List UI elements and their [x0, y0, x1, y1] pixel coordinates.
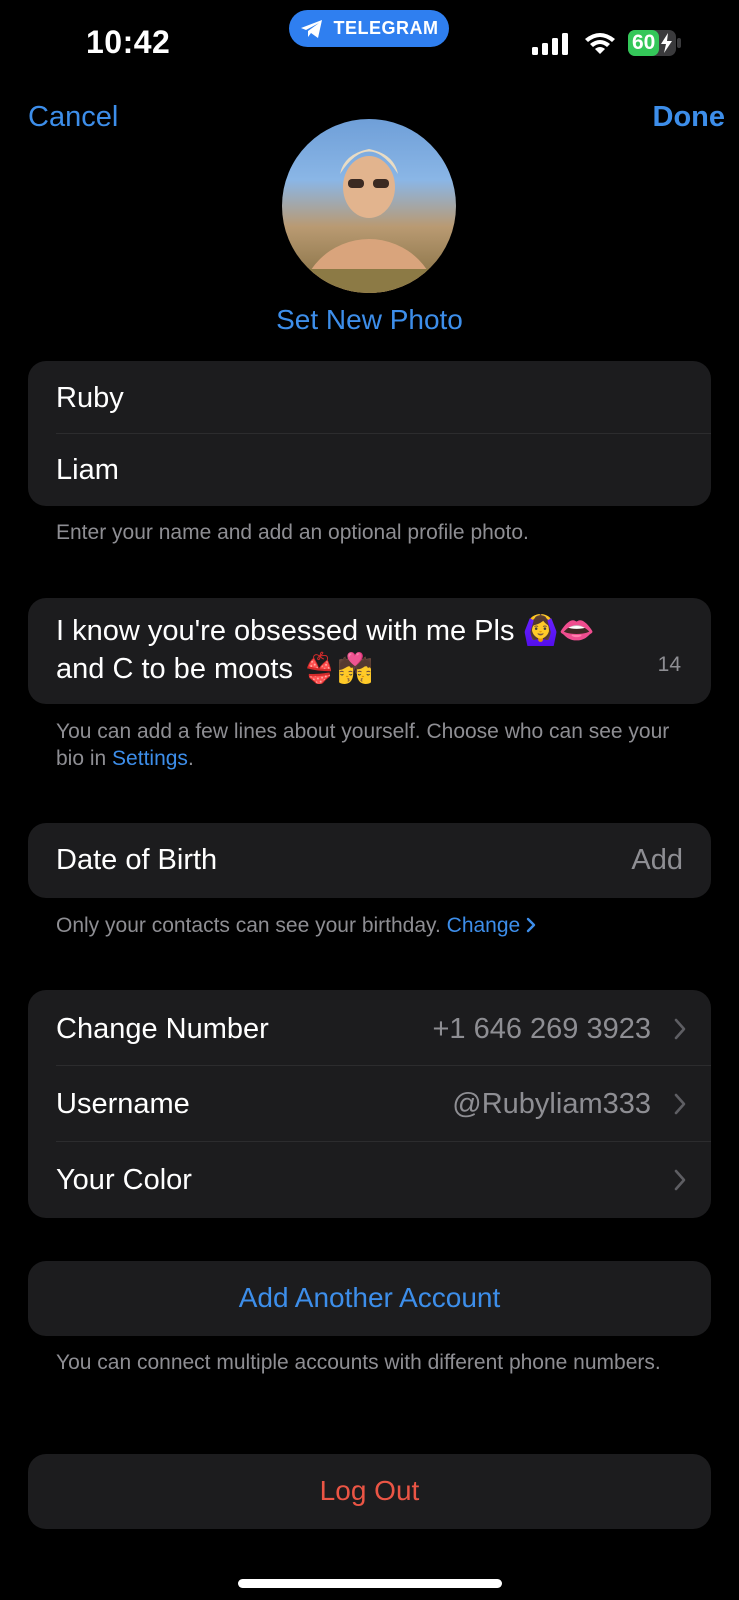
username-row[interactable]: Username @Rubyliam333	[28, 1066, 711, 1141]
battery-indicator: 60	[628, 30, 682, 56]
birthday-change-label: Change	[446, 914, 521, 937]
wifi-icon	[585, 33, 615, 54]
date-of-birth-row[interactable]: Date of Birth Add	[28, 823, 711, 898]
add-account-hint: You can connect multiple accounts with d…	[56, 1351, 661, 1374]
last-name-field[interactable]: Liam	[28, 434, 711, 506]
battery-percent: 60	[632, 31, 656, 54]
telegram-pill[interactable]: TELEGRAM	[289, 10, 449, 47]
add-another-account-button[interactable]: Add Another Account	[28, 1261, 711, 1336]
first-name-value: Ruby	[56, 382, 124, 414]
first-name-field[interactable]: Ruby	[28, 361, 711, 433]
home-indicator[interactable]	[238, 1579, 502, 1588]
bio-card: I know you're obsessed with me Pls 🙆‍♀️👄…	[28, 598, 711, 704]
date-of-birth-value: Add	[631, 844, 683, 876]
set-new-photo-button[interactable]: Set New Photo	[0, 304, 739, 336]
profile-photo-image	[282, 149, 456, 293]
chevron-right-icon	[674, 1169, 686, 1191]
last-name-value: Liam	[56, 454, 119, 486]
phone-number-value: +1 646 269 3923	[432, 1013, 651, 1045]
status-time: 10:42	[86, 24, 171, 60]
date-of-birth-label: Date of Birth	[56, 844, 218, 876]
chevron-right-icon	[674, 1093, 686, 1115]
bio-line-1: I know you're obsessed with me Pls 🙆‍♀️👄	[56, 615, 595, 647]
cancel-button[interactable]: Cancel	[28, 101, 118, 134]
change-number-row[interactable]: Change Number +1 646 269 3923	[28, 990, 711, 1065]
birthday-change-link[interactable]: Change	[447, 914, 536, 937]
telegram-pill-label: TELEGRAM	[333, 18, 439, 38]
name-hint: Enter your name and add an optional prof…	[56, 521, 529, 544]
bio-hint-suffix: .	[187, 747, 194, 770]
username-value: @Rubyliam333	[452, 1088, 651, 1120]
birthday-hint: Only your contacts can see your birthday…	[56, 912, 716, 939]
name-card: Ruby Liam	[28, 361, 711, 506]
logout-card: Log Out	[28, 1454, 711, 1529]
cellular-signal-icon	[532, 33, 568, 55]
birthday-hint-text: Only your contacts can see your birthday…	[56, 914, 441, 937]
chevron-right-icon	[674, 1018, 686, 1040]
done-button[interactable]: Done	[653, 101, 726, 134]
profile-avatar[interactable]	[282, 119, 456, 293]
bio-char-counter: 14	[657, 653, 681, 676]
telegram-plane-icon	[300, 19, 322, 38]
your-color-label: Your Color	[56, 1164, 192, 1196]
username-label: Username	[56, 1088, 190, 1120]
chevron-right-icon	[526, 917, 536, 933]
account-card: Change Number +1 646 269 3923 Username @…	[28, 990, 711, 1218]
change-number-label: Change Number	[56, 1013, 269, 1045]
bio-field[interactable]: I know you're obsessed with me Pls 🙆‍♀️👄…	[28, 598, 711, 704]
log-out-button[interactable]: Log Out	[28, 1454, 711, 1529]
bio-line-2: and C to be moots 👙💏	[56, 653, 374, 685]
bio-text: I know you're obsessed with me Pls 🙆‍♀️👄…	[56, 612, 616, 688]
bio-hint: You can add a few lines about yourself. …	[56, 718, 676, 772]
add-account-card: Add Another Account	[28, 1261, 711, 1336]
add-another-account-label: Add Another Account	[238, 1282, 501, 1313]
birthday-card: Date of Birth Add	[28, 823, 711, 898]
your-color-row[interactable]: Your Color	[28, 1142, 711, 1218]
log-out-label: Log Out	[319, 1475, 420, 1506]
settings-link[interactable]: Settings	[112, 747, 188, 770]
